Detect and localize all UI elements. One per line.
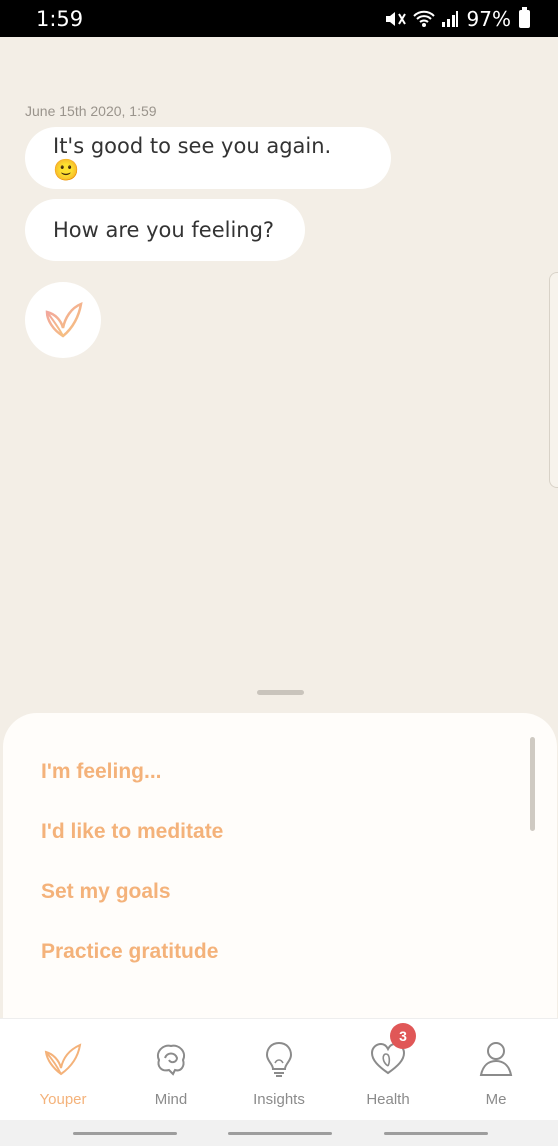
suggestions-sheet: I'm feeling... I'd like to meditate Set …: [3, 713, 557, 1018]
notification-badge: 3: [390, 1023, 416, 1049]
tab-health[interactable]: 3 Health: [338, 1019, 438, 1121]
lightbulb-icon: [265, 1041, 293, 1077]
tab-insights[interactable]: Insights: [229, 1019, 329, 1121]
sheet-scrollbar[interactable]: [530, 737, 535, 831]
tab-label: Me: [485, 1091, 507, 1108]
tab-label: Insights: [253, 1091, 305, 1108]
bottom-tab-bar: Youper Mind Insights 3 Health Me: [0, 1018, 558, 1121]
wifi-icon: [412, 10, 435, 27]
sheet-drag-handle[interactable]: [257, 690, 304, 695]
youper-leaf-icon: [44, 1043, 82, 1076]
battery-percent: 97%: [466, 6, 511, 31]
status-bar: 1:59 97%: [0, 0, 558, 37]
side-panel-handle[interactable]: [549, 272, 558, 488]
chat-message: It's good to see you again. 🙂: [25, 127, 391, 189]
status-time: 1:59: [36, 6, 84, 31]
suggestion-im-feeling[interactable]: I'm feeling...: [41, 760, 162, 784]
nav-recents[interactable]: [73, 1132, 177, 1135]
system-nav-bar: [0, 1120, 558, 1146]
signal-icon: [441, 10, 458, 27]
suggestion-set-goals[interactable]: Set my goals: [41, 880, 171, 904]
brain-icon: [157, 1044, 185, 1076]
tab-label: Youper: [39, 1091, 87, 1108]
tab-label: Mind: [154, 1091, 188, 1108]
suggestion-gratitude[interactable]: Practice gratitude: [41, 940, 218, 964]
mute-icon: [385, 11, 406, 26]
chat-message: How are you feeling?: [25, 199, 305, 261]
youper-leaf-icon: [45, 302, 83, 338]
bot-avatar: [25, 282, 101, 358]
tab-youper[interactable]: Youper: [13, 1019, 113, 1121]
tab-mind[interactable]: Mind: [121, 1019, 221, 1121]
status-indicators: 97%: [385, 6, 530, 31]
status-icons: [385, 10, 459, 28]
nav-home[interactable]: [228, 1132, 332, 1135]
tab-me[interactable]: Me: [446, 1019, 546, 1121]
suggestion-meditate[interactable]: I'd like to meditate: [41, 820, 223, 844]
person-icon: [479, 1042, 513, 1076]
nav-back[interactable]: [384, 1132, 488, 1135]
tab-label: Health: [366, 1091, 410, 1108]
chat-timestamp: June 15th 2020, 1:59: [25, 103, 157, 119]
battery-icon: [519, 6, 530, 28]
